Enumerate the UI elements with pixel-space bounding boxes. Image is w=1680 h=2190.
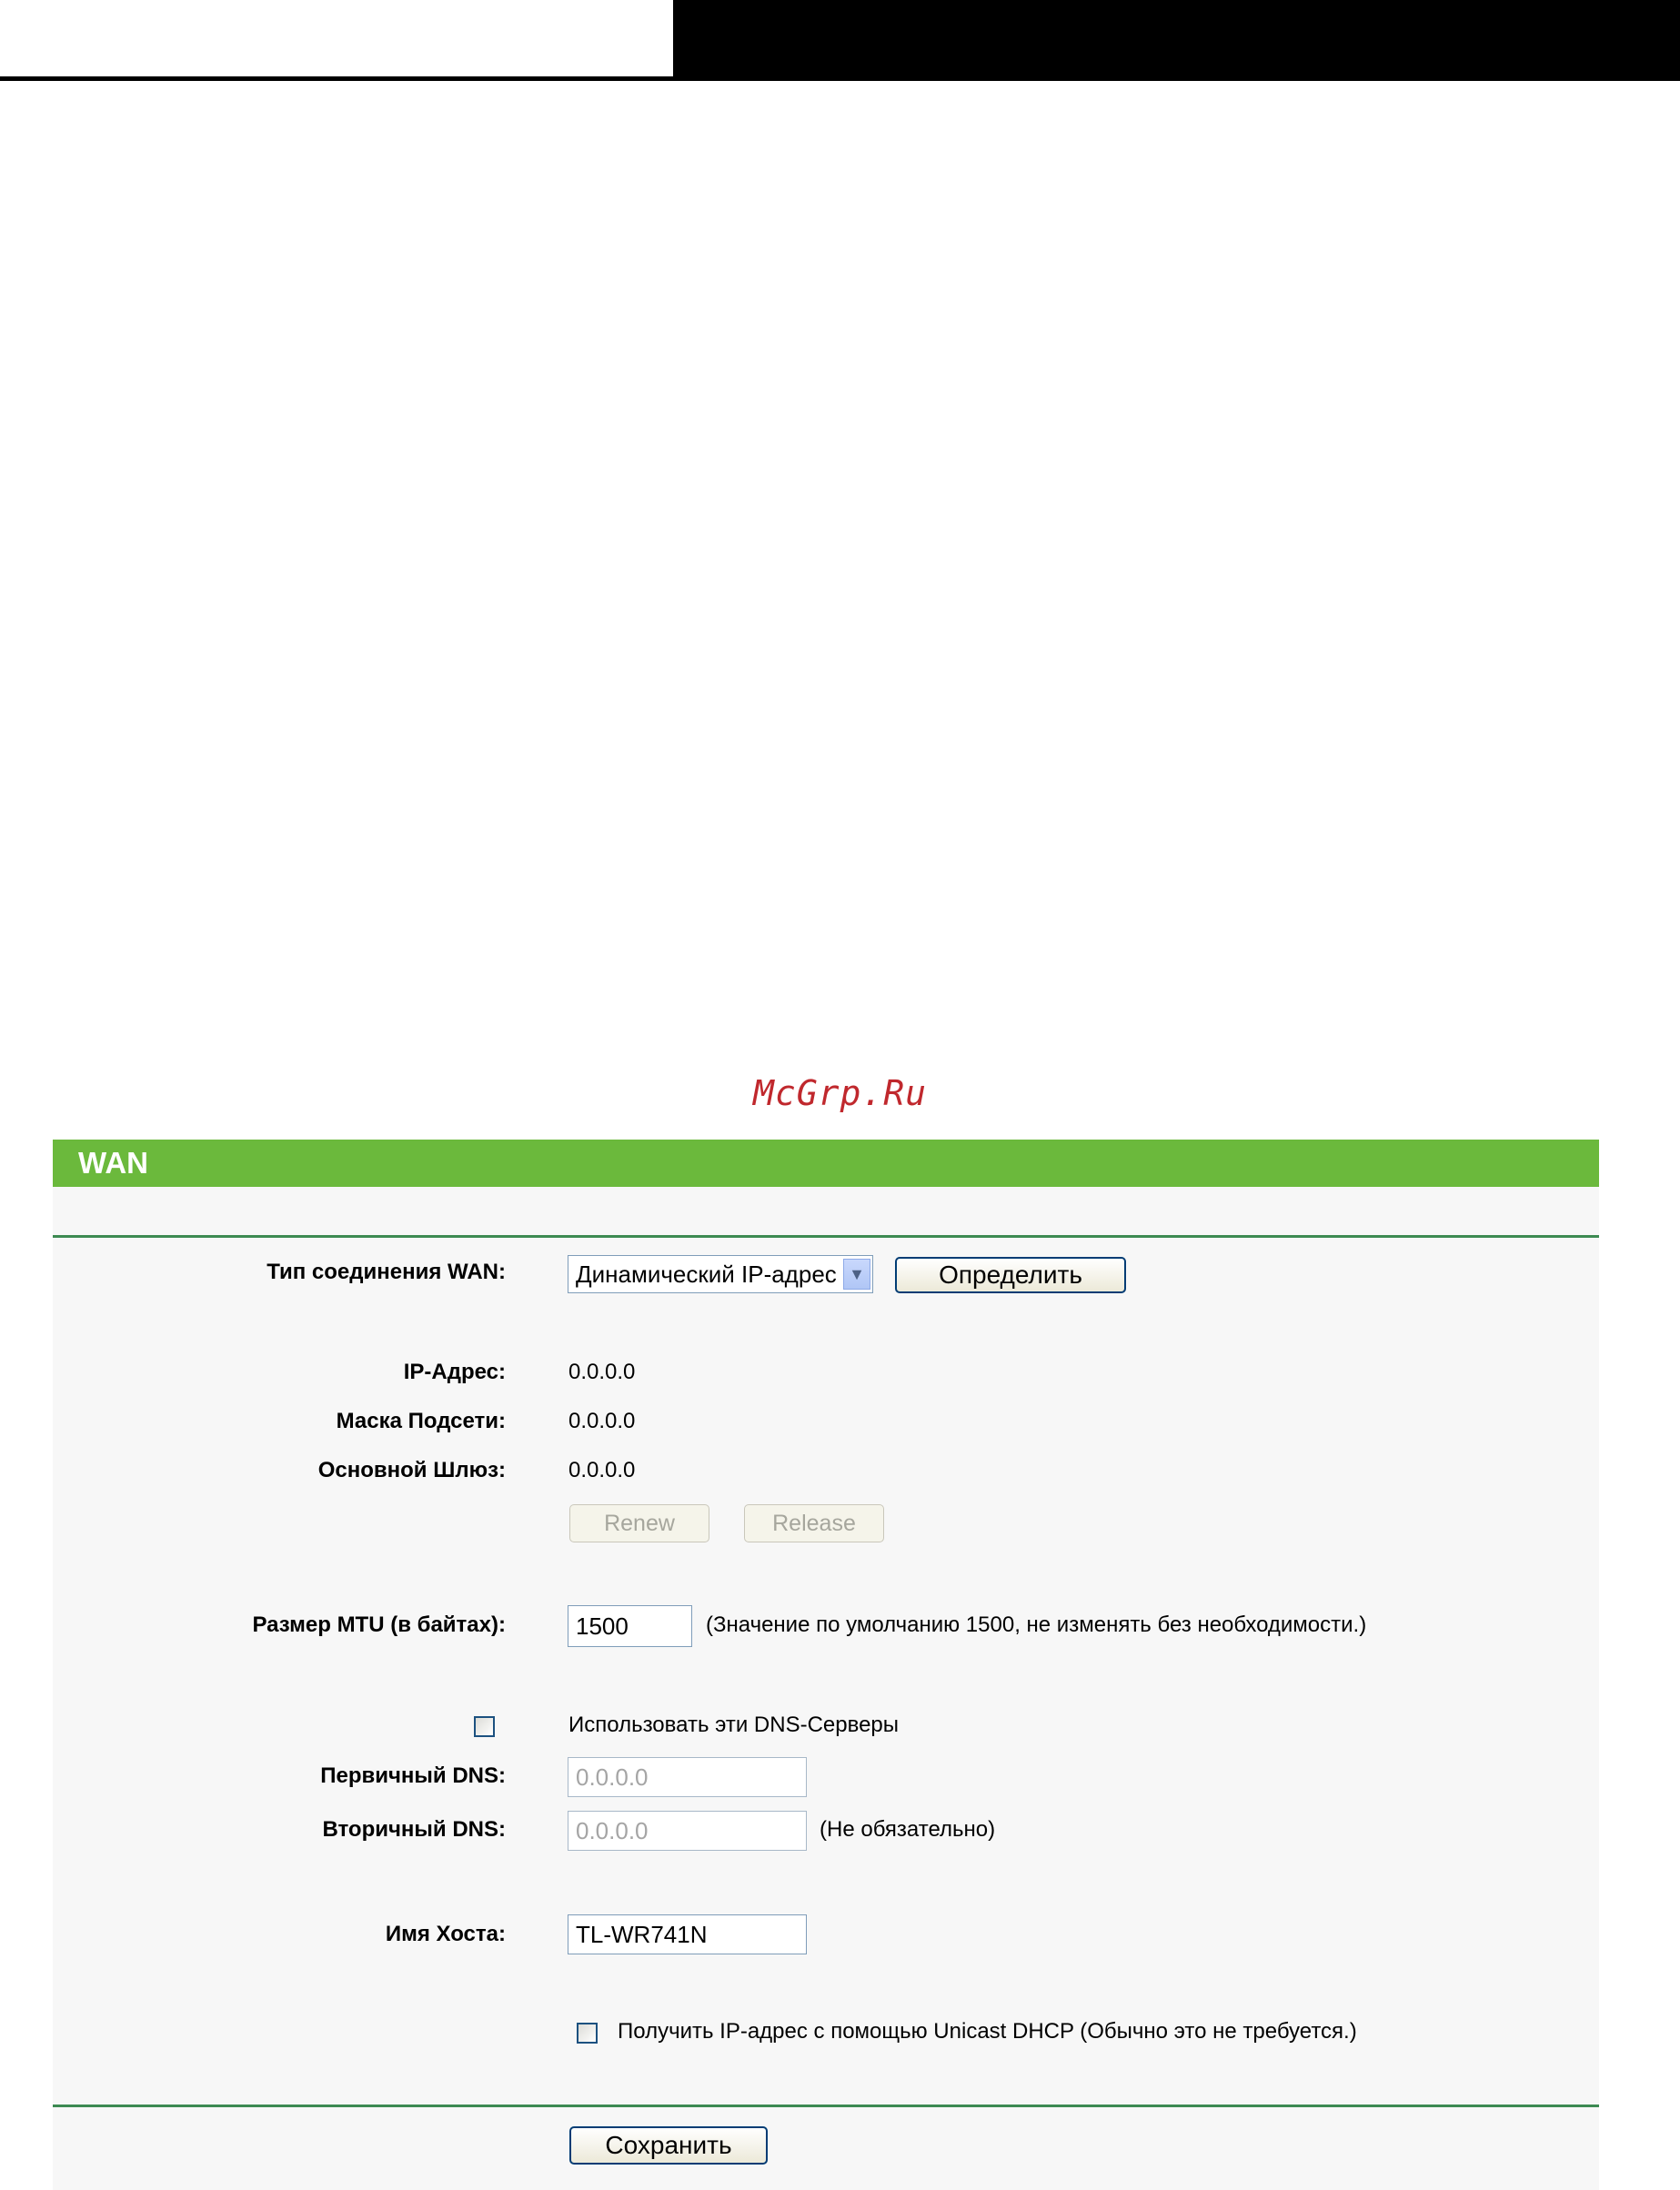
ip-address-label: IP-Адрес: [403,1360,506,1384]
subnet-mask-label: Маска Подсети: [336,1409,506,1433]
mtu-input[interactable]: 1500 [568,1605,692,1647]
panel-title-bar: WAN [53,1140,1599,1187]
connection-type-label: Тип соединения WAN: [267,1260,506,1284]
save-button[interactable]: Сохранить [569,2126,768,2165]
detect-button[interactable]: Определить [895,1257,1126,1293]
gateway-label: Основной Шлюз: [317,1458,506,1482]
secondary-dns-label: Вторичный DNS: [322,1817,506,1842]
document-header-rule [0,76,1680,81]
secondary-dns-input[interactable]: 0.0.0.0 [568,1811,807,1851]
hostname-input[interactable]: TL-WR741N [568,1914,807,1954]
unicast-dhcp-label: Получить IP-адрес с помощью Unicast DHCP… [618,2019,1357,2044]
primary-dns-input[interactable]: 0.0.0.0 [568,1757,807,1797]
secondary-dns-hint: (Не обязательно) [820,1817,996,1842]
chevron-down-icon[interactable]: ▼ [843,1259,870,1290]
unicast-dhcp-checkbox[interactable] [577,2023,598,2044]
connection-type-value: Динамический IP-адрес [576,1261,837,1288]
gateway-value: 0.0.0.0 [568,1458,636,1482]
wan-settings-panel: WAN Тип соединения WAN: Динамический IP-… [53,1140,1599,2190]
mtu-label: Размер MTU (в байтах): [252,1612,506,1637]
panel-title: WAN [78,1146,148,1180]
renew-button[interactable]: Renew [569,1504,709,1542]
mtu-hint: (Значение по умолчанию 1500, не изменять… [706,1612,1367,1637]
watermark: McGrp.Ru [752,1073,928,1113]
top-divider [53,1235,1599,1238]
release-button[interactable]: Release [744,1504,884,1542]
ip-address-value: 0.0.0.0 [568,1360,636,1384]
hostname-label: Имя Хоста: [385,1922,506,1946]
document-header-bar [673,0,1680,78]
connection-type-select[interactable]: Динамический IP-адрес ▼ [568,1255,873,1293]
use-dns-checkbox[interactable] [474,1716,495,1737]
bottom-divider [53,2105,1599,2107]
subnet-mask-value: 0.0.0.0 [568,1409,636,1433]
primary-dns-label: Первичный DNS: [320,1763,506,1788]
use-dns-label: Использовать эти DNS-Серверы [568,1713,900,1737]
